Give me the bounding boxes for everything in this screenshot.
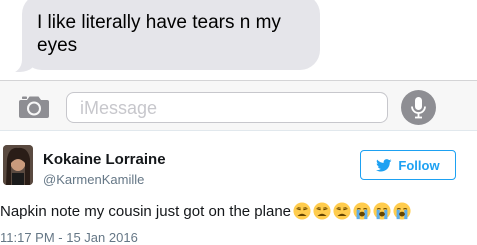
tweet-text: Napkin note my cousin just got on the pl… (0, 202, 477, 220)
imessage-placeholder: iMessage (80, 98, 158, 118)
tweet-timestamp[interactable]: 11:17 PM - 15 Jan 2016 (0, 230, 138, 245)
received-message-text: I like literally have tears n my eyes (37, 12, 281, 56)
camera-icon[interactable] (18, 95, 50, 119)
loudly-crying-face-icon (373, 202, 391, 220)
user-handle[interactable]: @KarmenKamille (43, 172, 144, 187)
message-thread: I like literally have tears n my eyes (0, 0, 477, 80)
tweet: Kokaine Lorraine @KarmenKamille Follow N… (0, 130, 477, 245)
weary-face-icon (333, 202, 351, 220)
twitter-bird-icon (376, 158, 392, 172)
tweet-body: Napkin note my cousin just got on the pl… (0, 202, 292, 220)
loudly-crying-face-icon (353, 202, 371, 220)
weary-face-icon (293, 202, 311, 220)
loudly-crying-face-icon (393, 202, 411, 220)
display-name[interactable]: Kokaine Lorraine (43, 151, 166, 168)
follow-button[interactable]: Follow (360, 150, 456, 180)
imessage-input[interactable]: iMessage (66, 92, 388, 123)
received-message-bubble: I like literally have tears n my eyes (22, 0, 320, 70)
weary-face-icon (313, 202, 331, 220)
emoji-row (293, 202, 411, 220)
microphone-icon[interactable] (401, 90, 436, 125)
compose-bar: iMessage (0, 80, 477, 130)
follow-label: Follow (398, 157, 440, 173)
imessage-screenshot: I like literally have tears n my eyes iM… (0, 0, 477, 130)
avatar[interactable] (3, 145, 33, 185)
